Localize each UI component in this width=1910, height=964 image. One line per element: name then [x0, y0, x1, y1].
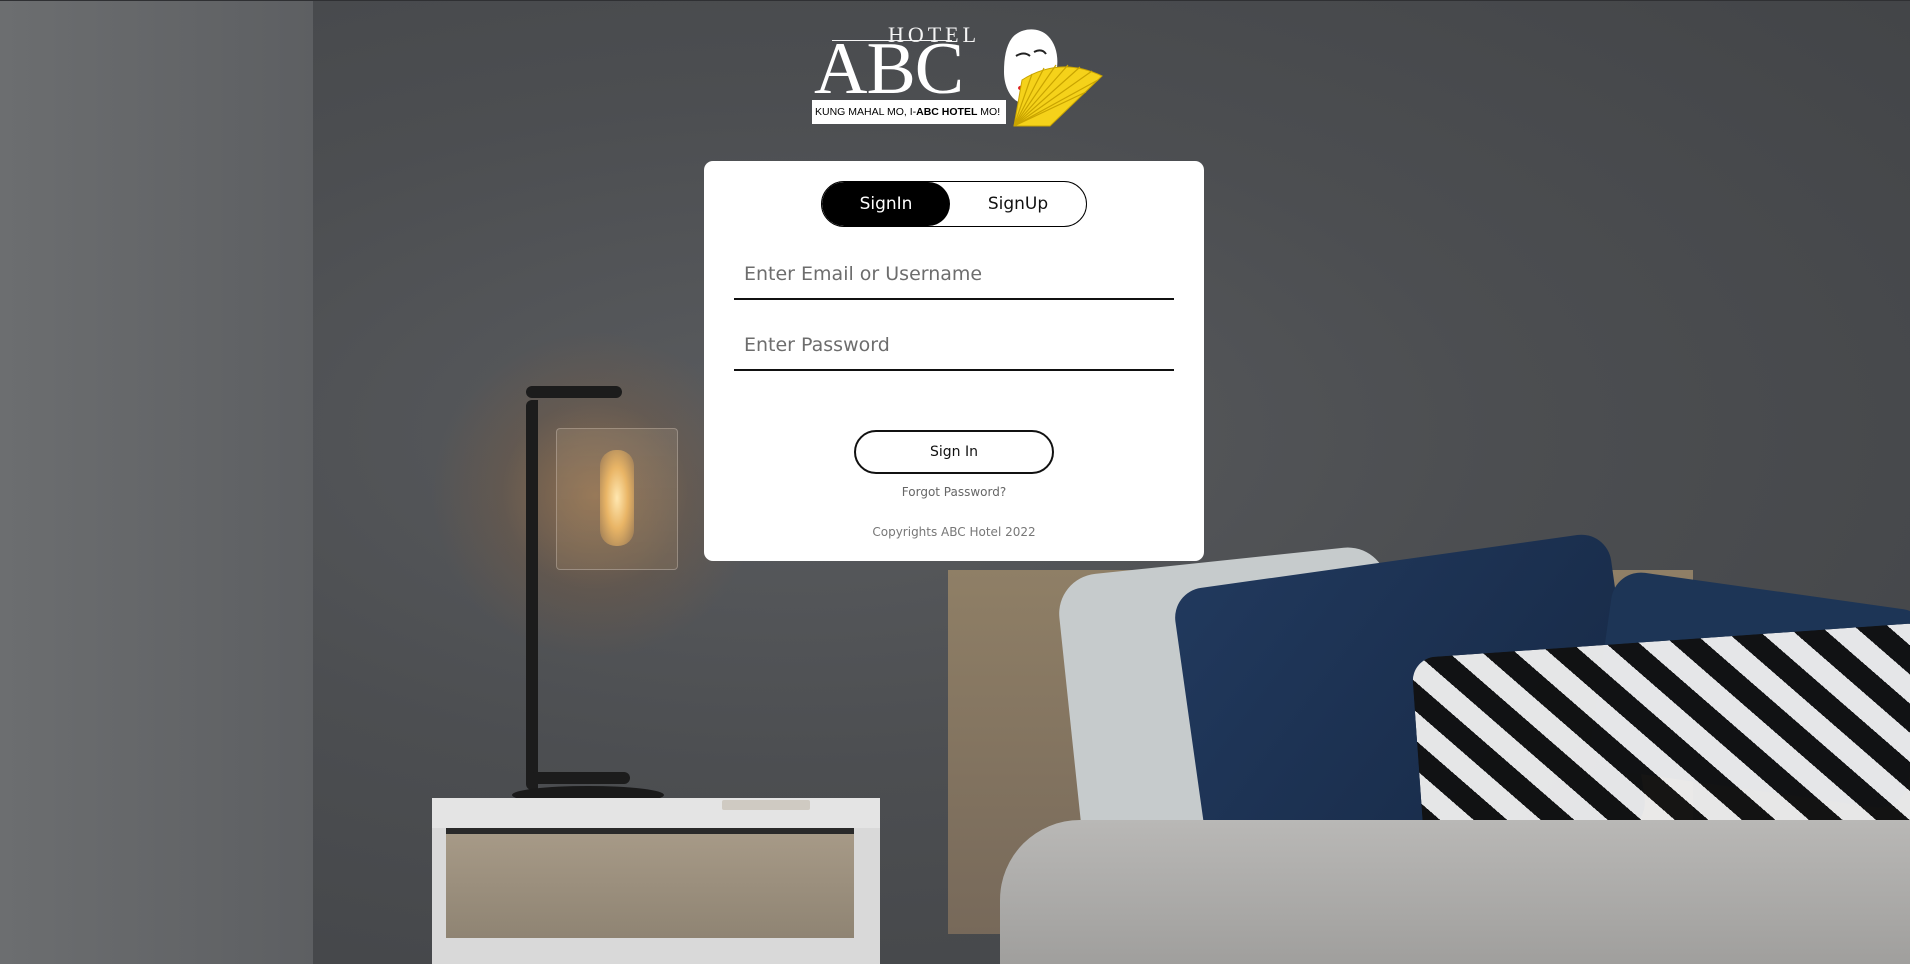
tab-signup[interactable]: SignUp — [950, 182, 1086, 226]
logo-tagline-suffix: MO! — [977, 106, 1001, 118]
email-username-input[interactable] — [734, 250, 1174, 300]
lamp-arm — [526, 386, 622, 398]
hotel-logo: HOTEL ABC KUNG MAHAL MO, I-ABC HOTEL MO! — [812, 22, 1103, 128]
logo-tagline-prefix: KUNG MAHAL MO, I- — [815, 106, 917, 118]
bedroom-wall-left — [0, 0, 313, 964]
logo-tagline: KUNG MAHAL MO, I-ABC HOTEL MO! — [812, 100, 1006, 124]
lamp-bulb — [600, 450, 634, 546]
lamp-foot — [530, 772, 630, 784]
forgot-password-link[interactable]: Forgot Password? — [704, 485, 1204, 499]
password-input[interactable] — [734, 321, 1174, 371]
sign-in-button[interactable]: Sign In — [854, 430, 1054, 474]
duvet — [1000, 820, 1910, 964]
logo-brand: ABC — [814, 28, 964, 110]
auth-mode-toggle: SignIn SignUp — [821, 181, 1087, 227]
yellow-folding-fan-icon — [1013, 64, 1103, 127]
nightstand-top — [432, 798, 880, 828]
tab-signin[interactable]: SignIn — [822, 182, 950, 226]
top-border — [0, 0, 1910, 1]
coaster — [722, 800, 810, 810]
lamp-stem — [526, 400, 538, 790]
nightstand-drawer — [446, 828, 854, 938]
logo-tagline-bold: ABC HOTEL — [916, 106, 978, 118]
